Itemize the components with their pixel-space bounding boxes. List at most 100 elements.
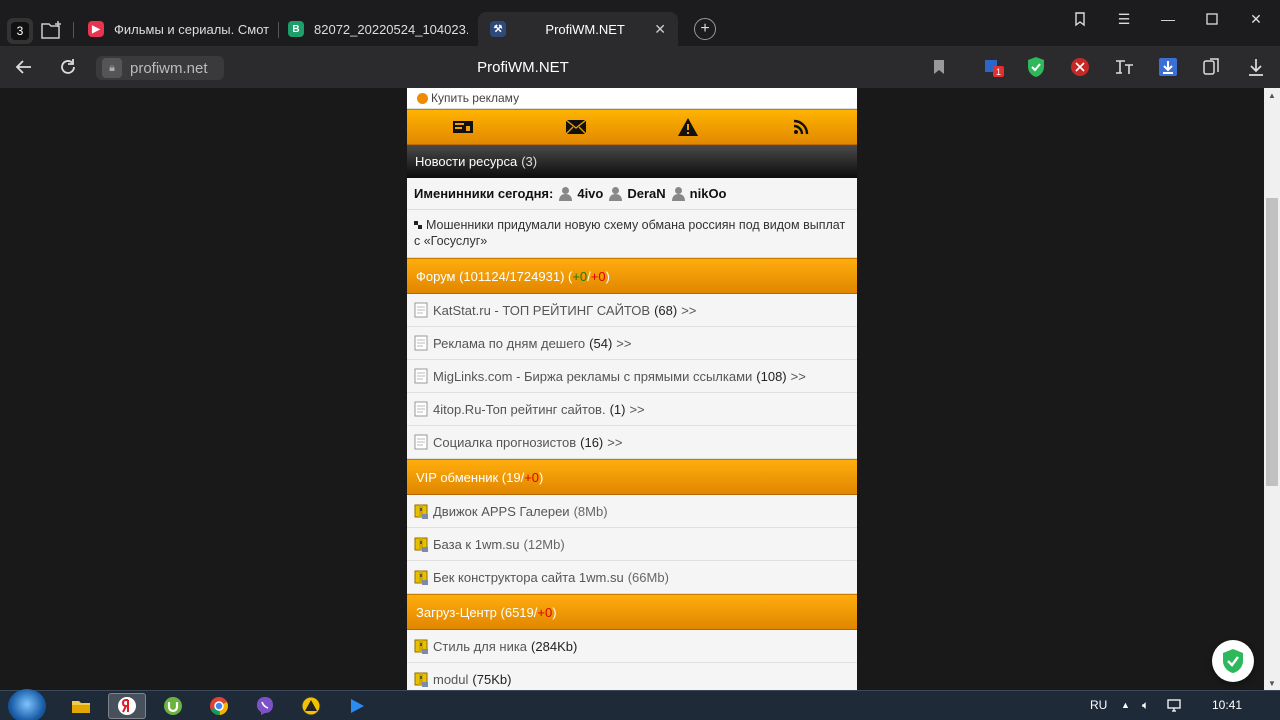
scroll-up-arrow-icon[interactable]: ▲: [1264, 88, 1280, 102]
scroll-down-arrow-icon[interactable]: ▼: [1264, 676, 1280, 690]
app-warning-icon[interactable]: [292, 693, 330, 719]
forum-topic[interactable]: 4itop.Ru-Топ рейтинг сайтов. (1) >>: [407, 393, 857, 426]
topic-title: MigLinks.com - Биржа рекламы с прямыми с…: [433, 368, 753, 384]
network-icon[interactable]: [1166, 698, 1182, 715]
svg-text:1: 1: [996, 67, 1001, 77]
id-card-icon[interactable]: [450, 114, 476, 140]
file-title: modul: [433, 671, 469, 687]
profiwm-extension-icon[interactable]: [1069, 56, 1091, 78]
birthday-user[interactable]: 4ivo: [559, 186, 603, 201]
download-center-header[interactable]: Загруз-Центр (6519/+0): [407, 594, 857, 630]
topic-title: Социалка прогнозистов: [433, 434, 577, 450]
extension-badge-icon[interactable]: 1: [983, 56, 1005, 78]
viber-icon[interactable]: [246, 693, 284, 719]
scrollbar-thumb[interactable]: [1266, 198, 1278, 486]
page-title: ProfiWM.NET: [477, 59, 569, 76]
forum-topic[interactable]: KatStat.ru - ТОП РЕЙТИНГ САЙТОВ (68) >>: [407, 294, 857, 327]
explorer-icon[interactable]: [62, 693, 100, 719]
warning-icon[interactable]: [675, 114, 701, 140]
collections-icon[interactable]: [1201, 56, 1223, 78]
archive-file-icon: [414, 672, 428, 687]
topic-last-page-link[interactable]: >>: [791, 369, 806, 384]
file-size: (12Mb): [523, 536, 565, 552]
user-avatar-icon: [559, 187, 573, 201]
news-bullet-icon: [414, 221, 422, 229]
new-tab-button[interactable]: +: [694, 18, 716, 40]
bookmark-icon[interactable]: [928, 56, 950, 78]
downloads-icon[interactable]: [1245, 56, 1267, 78]
tab-title: ProfiWM.NET: [545, 21, 625, 37]
windows-taskbar: RU ▲ 🔈︎ 10:41: [0, 689, 1280, 720]
close-tab-icon[interactable]: ✕: [654, 21, 666, 38]
tab-profiwm[interactable]: ⚒ ProfiWM.NET ✕: [478, 12, 678, 46]
media-player-icon[interactable]: [338, 693, 376, 719]
topic-last-page-link[interactable]: >>: [629, 402, 644, 417]
tab-group-icon[interactable]: [40, 19, 64, 41]
volume-icon[interactable]: 🔈︎: [1142, 698, 1149, 713]
user-avatar-icon: [609, 187, 623, 201]
document-icon: [414, 401, 428, 417]
downloads-count-close: ): [552, 604, 557, 620]
clock[interactable]: 10:41: [1212, 698, 1242, 712]
back-arrow-icon[interactable]: [12, 55, 36, 79]
site-toolbar: [407, 109, 857, 145]
vip-file[interactable]: Движок APPS Галереи (8Mb): [407, 495, 857, 528]
document-icon: [414, 368, 428, 384]
buy-ad-link[interactable]: Купить рекламу: [407, 88, 857, 109]
forum-topic[interactable]: Социалка прогнозистов (16) >>: [407, 426, 857, 459]
forum-topic[interactable]: MigLinks.com - Биржа рекламы с прямыми с…: [407, 360, 857, 393]
ad-dot-icon: [417, 92, 428, 104]
menu-icon[interactable]: ☰: [1113, 8, 1135, 30]
archive-file-icon: [414, 570, 428, 585]
topic-last-page-link[interactable]: >>: [681, 303, 696, 318]
reload-icon[interactable]: [56, 55, 80, 79]
news-header[interactable]: Новости ресурса (3): [407, 145, 857, 178]
minimize-icon[interactable]: —: [1157, 8, 1179, 30]
site-column: Купить рекламу Новости ресурса (3) Имени…: [407, 88, 857, 690]
topic-last-page-link[interactable]: >>: [616, 336, 631, 351]
file-size: (8Mb): [573, 503, 608, 519]
maximize-icon[interactable]: [1201, 8, 1223, 30]
bookmarks-panel-icon[interactable]: [1069, 8, 1091, 30]
vip-exchange-header[interactable]: VIP обменник (19/+0): [407, 459, 857, 495]
birthday-user[interactable]: nikOo: [671, 186, 727, 201]
tab-movies[interactable]: ▶ Фильмы и сериалы. Смотреть онлайн: [88, 12, 270, 46]
buy-ad-label: Купить рекламу: [431, 91, 520, 105]
tab-count-button[interactable]: 3: [7, 18, 33, 44]
forum-header[interactable]: Форум (101124/1724931) (+0/+0): [407, 258, 857, 294]
close-window-icon[interactable]: ✕: [1245, 8, 1267, 30]
forum-topic[interactable]: Реклама по дням дешего (54) >>: [407, 327, 857, 360]
chrome-icon[interactable]: [200, 693, 238, 719]
rss-icon[interactable]: [788, 114, 814, 140]
protect-shield-button[interactable]: [1212, 640, 1254, 682]
start-button[interactable]: [8, 689, 46, 720]
adblock-shield-icon[interactable]: [1025, 56, 1047, 78]
file-title: Движок APPS Галереи: [433, 503, 570, 519]
downloads-header-label: Загруз-Центр (6519/: [416, 604, 538, 620]
mail-icon[interactable]: [563, 114, 589, 140]
topic-count: (54): [589, 335, 613, 351]
topic-count: (68): [654, 302, 678, 318]
yandex-browser-icon[interactable]: [108, 693, 146, 719]
lock-icon[interactable]: 🔒︎: [102, 58, 122, 78]
topic-last-page-link[interactable]: >>: [607, 435, 622, 450]
url-text: profiwm.net: [130, 59, 208, 77]
forum-header-label: Форум (101124/1724931) (: [416, 268, 573, 284]
download-file[interactable]: modul (75Kb): [407, 663, 857, 690]
translate-icon[interactable]: [1113, 56, 1135, 78]
birthdays-row: Именинники сегодня: 4ivo DeraN nikOo: [407, 178, 857, 210]
tab-title: 82072_20220524_104023.png: [314, 21, 468, 37]
birthday-user[interactable]: DeraN: [609, 186, 666, 201]
language-indicator[interactable]: RU: [1090, 698, 1107, 712]
utorrent-icon[interactable]: [154, 693, 192, 719]
page-scrollbar[interactable]: ▲ ▼: [1264, 88, 1280, 690]
news-item[interactable]: Мошенники придумали новую схему обмана р…: [407, 210, 857, 258]
download-file[interactable]: Стиль для ника (284Kb): [407, 630, 857, 663]
save-page-icon[interactable]: [1157, 56, 1179, 78]
tab-title: Фильмы и сериалы. Смотреть онлайн: [114, 21, 270, 37]
tray-expand-icon[interactable]: ▲: [1121, 700, 1130, 710]
tab-image[interactable]: B 82072_20220524_104023.png: [288, 12, 468, 46]
vip-file[interactable]: База к 1wm.su (12Mb): [407, 528, 857, 561]
url-field[interactable]: 🔒︎ profiwm.net: [96, 56, 224, 80]
vip-file[interactable]: Бек конструктора сайта 1wm.su (66Mb): [407, 561, 857, 594]
